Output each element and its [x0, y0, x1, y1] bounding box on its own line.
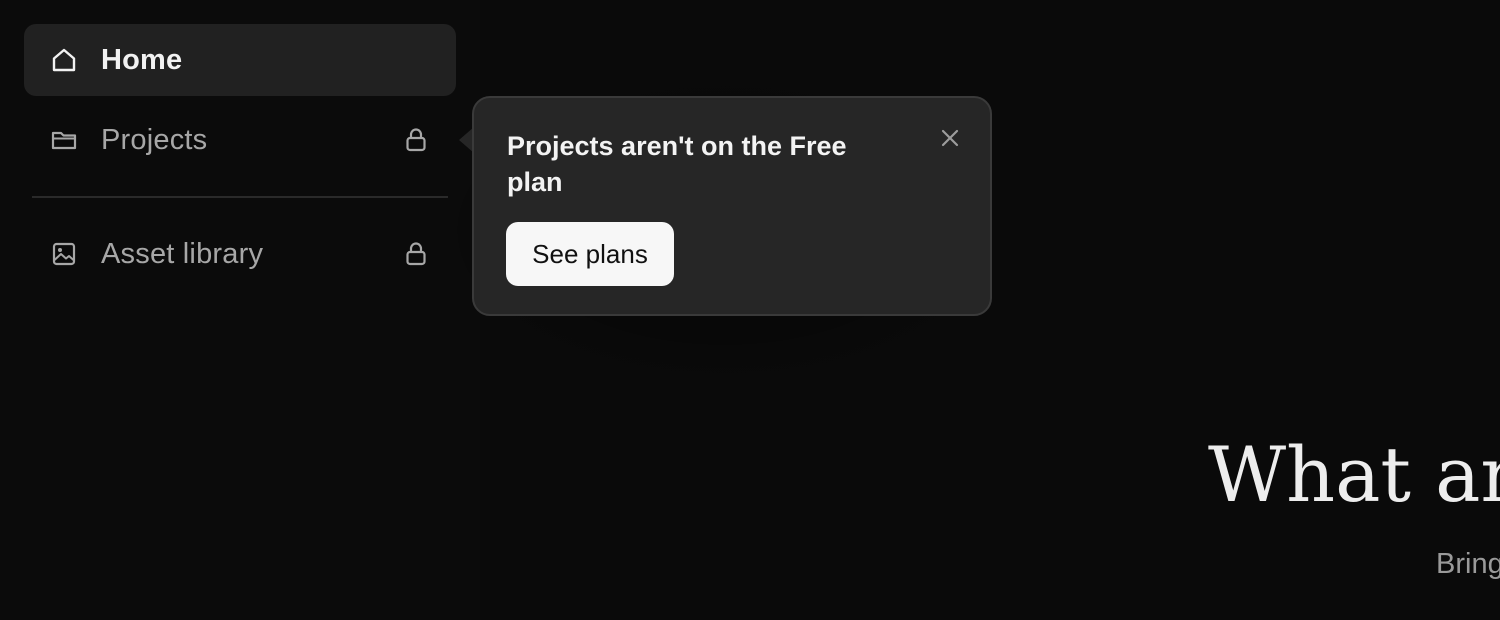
sidebar-item-label: Home: [101, 43, 183, 76]
page-subheading: Bring: [1436, 548, 1500, 580]
sidebar-item-label: Asset library: [101, 237, 264, 270]
sidebar: Home Projects Asset library: [0, 0, 480, 620]
sidebar-item-projects[interactable]: Projects: [24, 104, 456, 176]
lock-icon: [402, 126, 430, 154]
image-icon: [50, 240, 78, 268]
folder-icon: [50, 126, 78, 154]
close-icon[interactable]: [936, 124, 964, 152]
sidebar-item-label: Projects: [101, 123, 208, 156]
see-plans-button[interactable]: See plans: [506, 222, 674, 286]
sidebar-item-asset-library[interactable]: Asset library: [24, 218, 456, 290]
lock-icon: [402, 240, 430, 268]
popover-title: Projects aren't on the Free plan: [507, 131, 847, 197]
page-heading: What are: [1208, 430, 1500, 519]
home-icon: [50, 46, 78, 74]
upgrade-popover: Projects aren't on the Free plan See pla…: [472, 96, 992, 316]
sidebar-divider: [32, 196, 448, 198]
sidebar-item-home[interactable]: Home: [24, 24, 456, 96]
